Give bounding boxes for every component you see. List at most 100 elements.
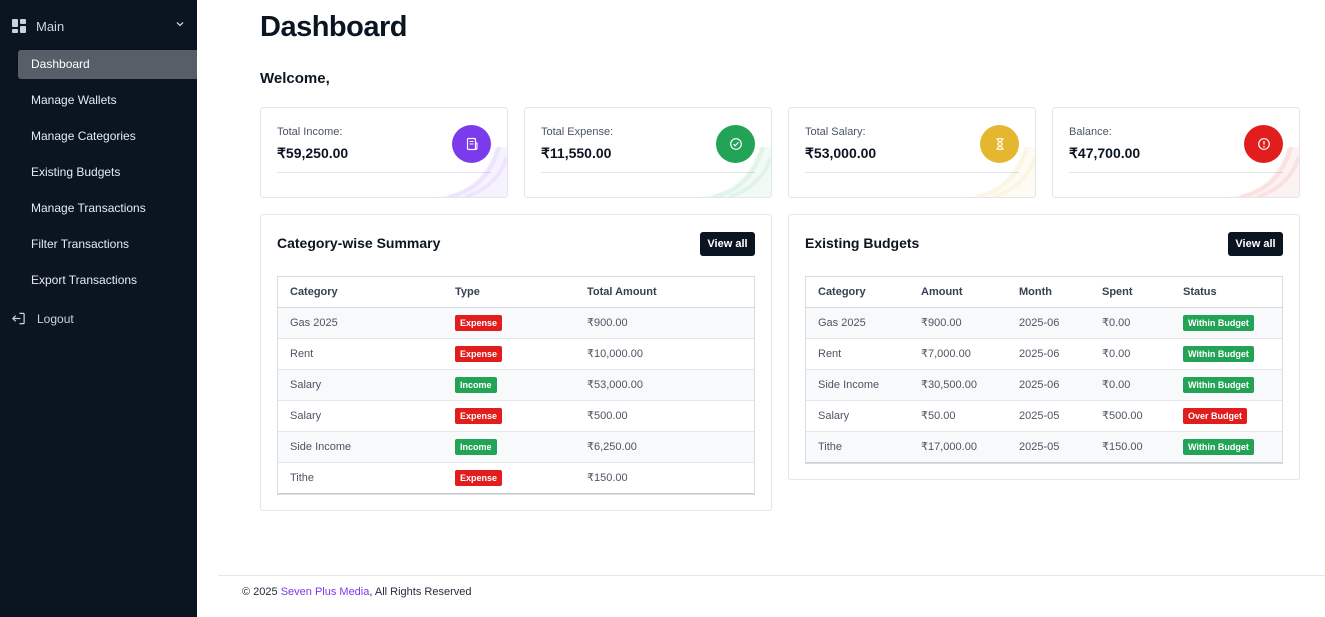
cell-amount: ₹900.00 [575, 307, 754, 339]
type-badge: Expense [455, 407, 503, 424]
sidebar-item-export-transactions[interactable]: Export Transactions [18, 266, 197, 295]
stat-value: ₹59,250.00 [277, 145, 349, 161]
summary-view-all-button[interactable]: View all [700, 232, 755, 256]
column-header: Spent [1090, 277, 1171, 308]
cell-amount: ₹7,000.00 [909, 338, 1007, 370]
stat-card-total-expense: Total Expense: ₹11,550.00 [524, 107, 772, 198]
cell-month: 2025-05 [1007, 431, 1090, 463]
type-badge: Income [455, 438, 497, 455]
cell-category: Salary [806, 400, 909, 432]
sidebar-item-manage-categories[interactable]: Manage Categories [18, 122, 197, 151]
cell-category: Salary [278, 369, 443, 401]
table-row: Rent ₹7,000.00 2025-06 ₹0.00 Within Budg… [806, 338, 1282, 370]
type-badge: Expense [455, 314, 503, 331]
table-row: Gas 2025 Expense ₹900.00 [278, 307, 754, 339]
cell-category: Rent [278, 338, 443, 370]
column-header: Month [1007, 277, 1090, 308]
cell-amount: ₹30,500.00 [909, 369, 1007, 401]
sidebar-item-dashboard[interactable]: Dashboard [18, 50, 197, 79]
cell-month: 2025-05 [1007, 400, 1090, 432]
panel-title: Existing Budgets [805, 235, 920, 251]
logout-button[interactable]: Logout [11, 311, 74, 326]
column-header: Amount [909, 277, 1007, 308]
cell-spent: ₹0.00 [1090, 307, 1171, 339]
column-header: Category [806, 277, 909, 308]
sidebar-item-filter-transactions[interactable]: Filter Transactions [18, 230, 197, 259]
sidebar-nav: Dashboard Manage Wallets Manage Categori… [18, 50, 197, 302]
stat-card-total-income: Total Income: ₹59,250.00 [260, 107, 508, 198]
cell-category: Tithe [278, 462, 443, 494]
column-header: Type [443, 277, 575, 308]
cell-spent: ₹500.00 [1090, 400, 1171, 432]
cell-amount: ₹900.00 [909, 307, 1007, 339]
table-header-row: Category Type Total Amount [278, 277, 754, 308]
stat-label: Total Salary: [805, 126, 866, 138]
category-summary-panel: Category-wise Summary View all Category … [260, 214, 772, 511]
cell-month: 2025-06 [1007, 307, 1090, 339]
stat-card-balance: Balance: ₹47,700.00 [1052, 107, 1300, 198]
sidebar-item-manage-transactions[interactable]: Manage Transactions [18, 194, 197, 223]
table-row: Salary ₹50.00 2025-05 ₹500.00 Over Budge… [806, 400, 1282, 432]
table-row: Side Income ₹30,500.00 2025-06 ₹0.00 Wit… [806, 369, 1282, 401]
summary-table: Category Type Total Amount Gas 2025 Expe… [277, 276, 755, 495]
column-header: Category [278, 277, 443, 308]
cell-month: 2025-06 [1007, 338, 1090, 370]
existing-budgets-panel: Existing Budgets View all Category Amoun… [788, 214, 1300, 480]
table-row: Gas 2025 ₹900.00 2025-06 ₹0.00 Within Bu… [806, 307, 1282, 339]
sidebar-item-existing-budgets[interactable]: Existing Budgets [18, 158, 197, 187]
cell-category: Rent [806, 338, 909, 370]
cell-spent: ₹150.00 [1090, 431, 1171, 463]
stat-label: Total Expense: [541, 126, 614, 138]
cell-spent: ₹0.00 [1090, 338, 1171, 370]
cell-amount: ₹6,250.00 [575, 431, 754, 463]
type-badge: Expense [455, 469, 503, 486]
status-badge: Within Budget [1183, 376, 1254, 393]
type-badge: Income [455, 376, 497, 393]
cell-category: Gas 2025 [806, 307, 909, 339]
logout-label: Logout [37, 311, 74, 326]
cell-category: Side Income [806, 369, 909, 401]
welcome-message: Welcome, [260, 70, 330, 87]
sidebar-menu-title: Main [36, 18, 65, 34]
column-header: Total Amount [575, 277, 754, 308]
sidebar-item-manage-wallets[interactable]: Manage Wallets [18, 86, 197, 115]
status-badge: Within Budget [1183, 345, 1254, 362]
table-row: Side Income Income ₹6,250.00 [278, 431, 754, 463]
card-decoration [701, 147, 771, 197]
status-badge: Within Budget [1183, 438, 1254, 455]
footer-rights: , All Rights Reserved [369, 586, 472, 598]
stat-value: ₹47,700.00 [1069, 145, 1141, 161]
cell-amount: ₹150.00 [575, 462, 754, 494]
card-decoration [437, 147, 507, 197]
budgets-view-all-button[interactable]: View all [1228, 232, 1283, 256]
status-badge: Within Budget [1183, 314, 1254, 331]
table-row: Tithe ₹17,000.00 2025-05 ₹150.00 Within … [806, 431, 1282, 463]
stat-value: ₹11,550.00 [541, 145, 612, 161]
card-decoration [965, 147, 1035, 197]
footer-divider [218, 575, 1325, 576]
column-header: Status [1171, 277, 1282, 308]
table-row: Rent Expense ₹10,000.00 [278, 338, 754, 370]
type-badge: Expense [455, 345, 503, 362]
page-title: Dashboard [260, 11, 407, 43]
cell-spent: ₹0.00 [1090, 369, 1171, 401]
cell-amount: ₹17,000.00 [909, 431, 1007, 463]
sidebar: Main Dashboard Manage Wallets Manage Cat… [0, 0, 197, 617]
stat-value: ₹53,000.00 [805, 145, 877, 161]
table-row: Tithe Expense ₹150.00 [278, 462, 754, 494]
chevron-down-icon [176, 22, 184, 27]
stat-label: Balance: [1069, 126, 1112, 138]
cell-amount: ₹53,000.00 [575, 369, 754, 401]
cell-category: Tithe [806, 431, 909, 463]
logout-icon [12, 312, 25, 325]
footer: © 2025 Seven Plus Media, All Rights Rese… [242, 586, 471, 598]
budgets-table: Category Amount Month Spent Status Gas 2… [805, 276, 1283, 464]
dashboard-grid-icon [12, 19, 26, 33]
panel-title: Category-wise Summary [277, 235, 441, 251]
footer-copyright: © 2025 [242, 586, 281, 598]
cell-amount: ₹50.00 [909, 400, 1007, 432]
cell-month: 2025-06 [1007, 369, 1090, 401]
footer-company-link[interactable]: Seven Plus Media [281, 586, 370, 598]
cell-category: Side Income [278, 431, 443, 463]
sidebar-menu-header[interactable]: Main [12, 16, 187, 36]
